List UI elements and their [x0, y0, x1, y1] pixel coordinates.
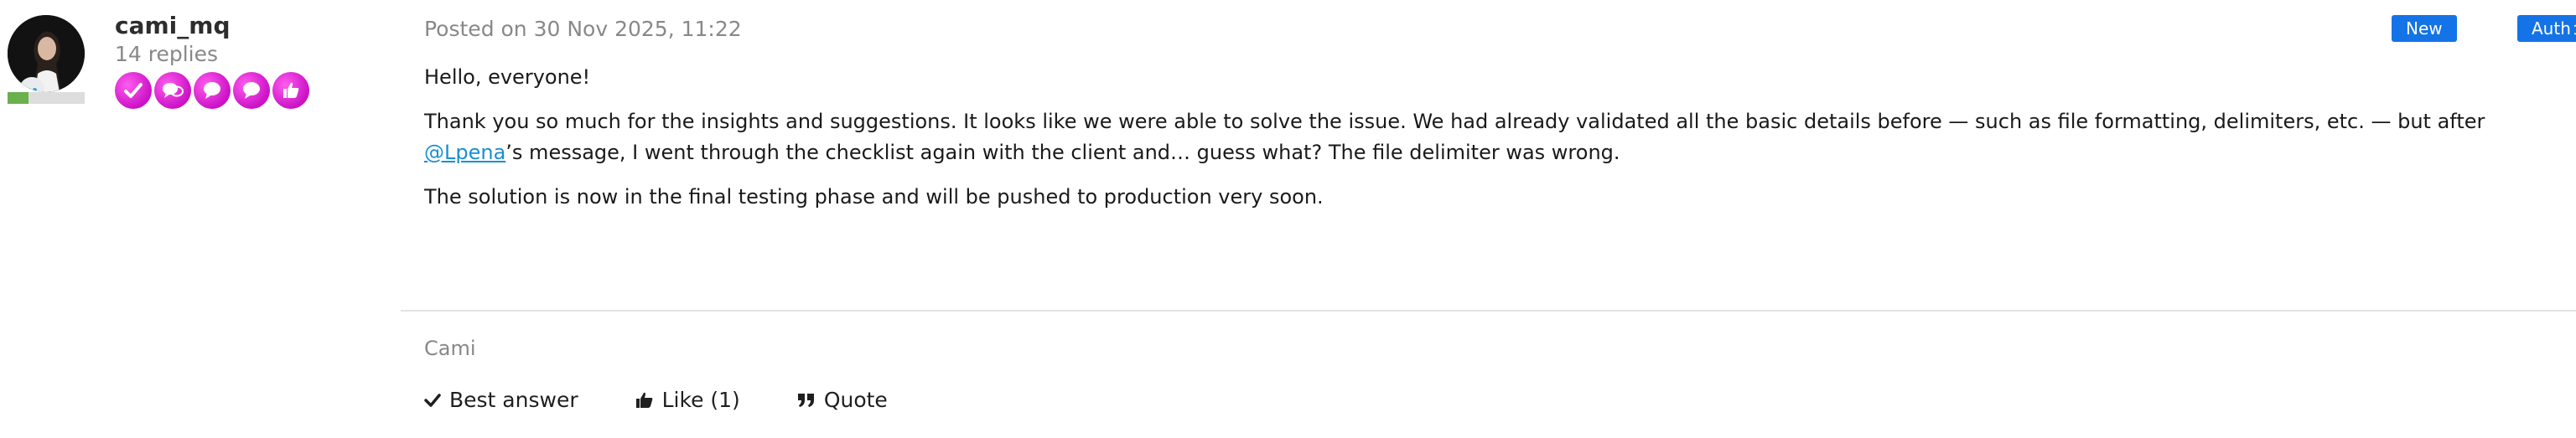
avatar[interactable] [8, 15, 85, 92]
thumbs-up-icon [635, 392, 652, 408]
quote-icon [797, 393, 814, 407]
speech-bubble-badge-icon[interactable] [194, 72, 231, 109]
edge-marker [2572, 17, 2574, 42]
rank-progress-fill [8, 92, 29, 104]
signature-divider [401, 310, 2576, 312]
check-badge-icon[interactable] [115, 72, 152, 109]
author-panel: cami_mq 14 replies [0, 0, 386, 438]
checkmark-icon [424, 393, 441, 407]
tag-new[interactable]: New [2392, 15, 2457, 42]
speech-bubble-badge-icon[interactable] [233, 72, 270, 109]
status-paragraph: The solution is now in the final testing… [424, 185, 1324, 209]
username[interactable]: cami_mq [115, 12, 230, 39]
quote-button[interactable]: Quote [797, 388, 888, 412]
post-actions: Best answer Like (1) Quote [424, 388, 888, 412]
signature: Cami [424, 337, 476, 360]
like-label: Like (1) [661, 388, 740, 412]
details-paragraph: Thank you so much for the insights and s… [424, 106, 2537, 168]
user-mention-link[interactable]: @Lpena [424, 141, 505, 164]
best-answer-button[interactable]: Best answer [424, 388, 578, 412]
greeting-paragraph: Hello, everyone! [424, 65, 591, 89]
best-answer-label: Best answer [449, 388, 578, 412]
reply-count: 14 replies [115, 42, 219, 66]
post: Posted on 30 Nov 2025, 11:22 New Author … [401, 0, 2576, 438]
thumbs-up-badge-icon[interactable] [272, 72, 309, 109]
details-text-end: ’s message, I went through the checklist… [505, 141, 1620, 164]
post-date: Posted on 30 Nov 2025, 11:22 [424, 17, 742, 41]
quote-label: Quote [823, 388, 888, 412]
speech-bubbles-badge-icon[interactable] [154, 72, 191, 109]
badge-list [115, 72, 309, 109]
rank-progress-bar [8, 92, 85, 104]
details-text-start: Thank you so much for the insights and s… [424, 110, 2485, 133]
post-body: Hello, everyone! Thank you so much for t… [424, 62, 2537, 226]
tag-author[interactable]: Author [2517, 15, 2576, 42]
like-button[interactable]: Like (1) [635, 388, 740, 412]
